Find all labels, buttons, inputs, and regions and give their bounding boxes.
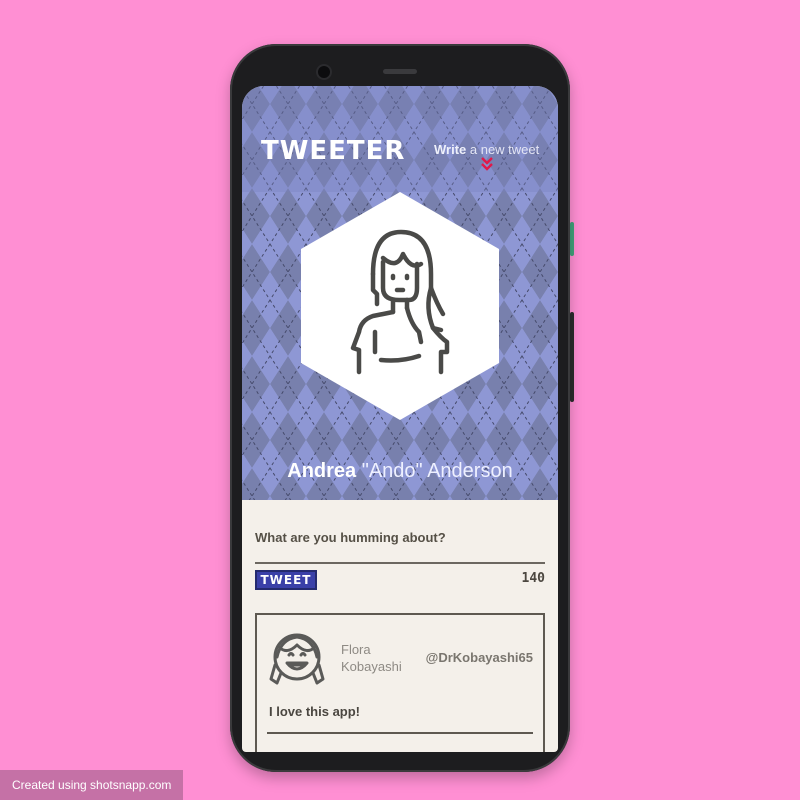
front-camera [318,66,330,78]
credit-badge[interactable]: Created using shotsnapp.com [0,770,183,800]
tweet-text: I love this app! [269,704,361,719]
char-counter: 140 [521,571,545,586]
earpiece-speaker [383,69,417,74]
tweet-button[interactable]: TWEET [255,570,317,590]
input-underline [255,562,545,564]
write-link-rest: a new tweet [466,142,540,157]
volume-button [570,312,574,402]
double-chevron-down-icon[interactable] [480,156,494,172]
app-screen: TWEETER Write a new tweet Andrea "Ando" … [242,86,558,752]
tweet-divider [267,732,533,734]
profile-hero: TWEETER Write a new tweet Andrea "Ando" … [242,86,558,500]
power-button [570,222,574,256]
profile-avatar [301,192,499,420]
girl-avatar-icon [269,633,325,685]
app-logo[interactable]: TWEETER [261,136,405,166]
tweet-composer: What are you humming about? TWEET 140 [255,518,545,590]
profile-name: Andrea "Ando" Anderson [242,460,558,483]
tweet-author[interactable]: Flora Kobayashi [341,641,421,675]
stage: TWEETER Write a new tweet Andrea "Ando" … [0,0,800,800]
tweet-input[interactable]: What are you humming about? [255,530,545,545]
profile-nickname: "Ando" Anderson [356,460,513,482]
write-new-tweet-link[interactable]: Write a new tweet [434,142,539,157]
write-link-strong: Write [434,142,467,157]
profile-first-name: Andrea [287,460,357,482]
tweet-card: Flora Kobayashi @DrKobayashi65 I love th… [255,613,545,752]
tweet-handle[interactable]: @DrKobayashi65 [426,650,533,665]
